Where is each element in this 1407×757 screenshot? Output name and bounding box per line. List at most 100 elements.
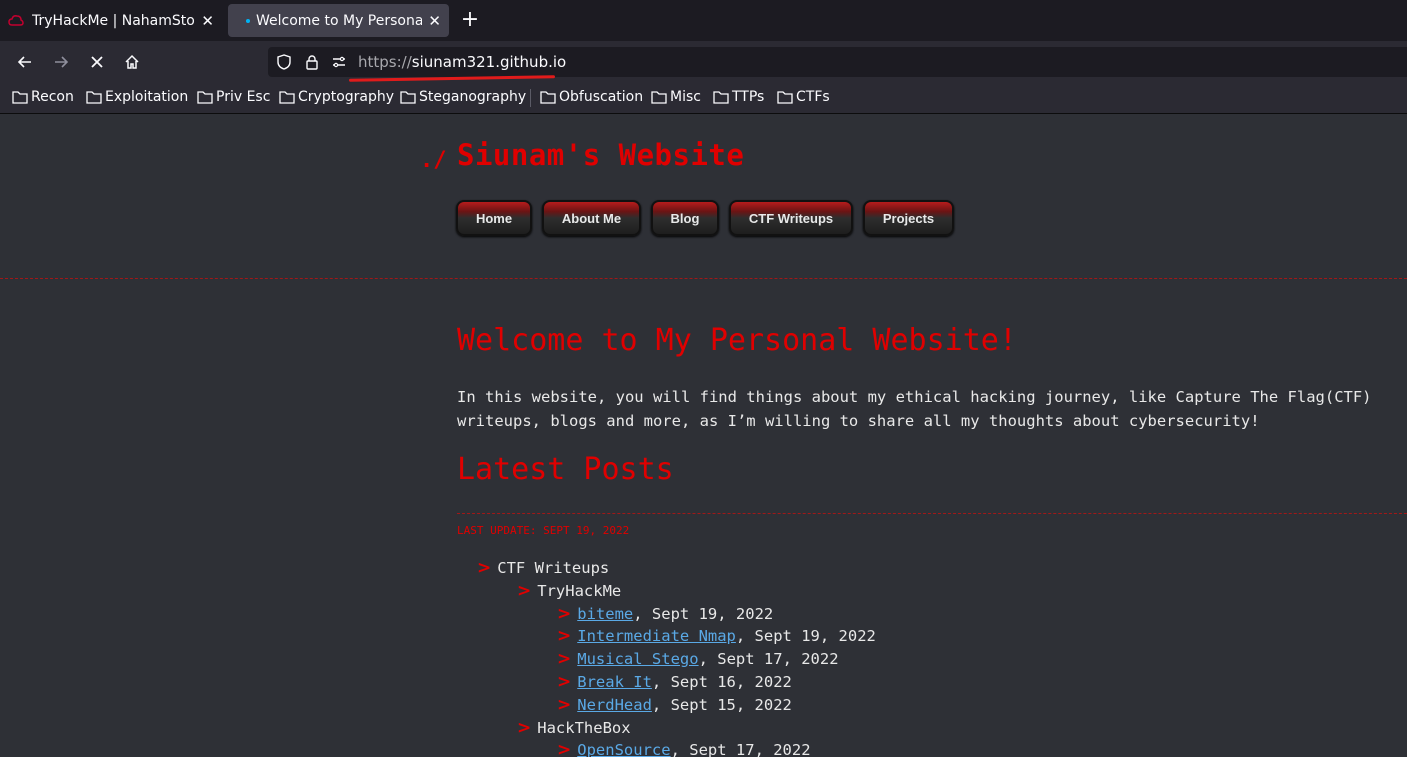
menu-about-button[interactable]: About Me <box>542 200 641 236</box>
list-item-hackthebox: > HackTheBox <box>517 718 631 738</box>
nav-toolbar: https://siunam321.github.io <box>0 41 1407 83</box>
folder-icon <box>279 91 295 104</box>
bookmark-folder-ctfs[interactable]: CTFs <box>777 89 830 105</box>
url-bar[interactable]: https://siunam321.github.io <box>268 47 1407 82</box>
post-link-biteme[interactable]: biteme <box>577 605 633 623</box>
folder-icon <box>197 91 213 104</box>
folder-icon <box>777 91 793 104</box>
bookmark-label: Misc <box>670 89 701 105</box>
tab-title: Welcome to My Personal <box>256 12 423 29</box>
arrow-bullet-icon: > <box>557 672 572 692</box>
folder-icon <box>400 91 416 104</box>
section-divider <box>457 513 1407 514</box>
tab-strip: TryHackMe | NahamStore ✕ Welcome to My P… <box>0 0 1407 41</box>
bookmark-folder-exploitation[interactable]: Exploitation <box>86 89 188 105</box>
list-item: > biteme, Sept 19, 2022 <box>557 604 773 624</box>
post-date: , Sept 19, 2022 <box>633 605 774 623</box>
tab-welcome[interactable]: Welcome to My Personal ✕ <box>228 4 449 37</box>
permissions-icon <box>333 56 345 68</box>
bookmark-label: Priv Esc <box>216 89 271 105</box>
post-link-opensource[interactable]: OpenSource <box>577 741 670 757</box>
tryhackme-favicon-icon <box>8 14 24 26</box>
arrow-bullet-icon: > <box>557 626 572 646</box>
section-label: CTF Writeups <box>497 559 610 577</box>
back-arrow-icon <box>17 56 31 68</box>
intro-line-2: writeups, blogs and more, as I’m willing… <box>457 412 1260 430</box>
arrow-bullet-icon: > <box>557 649 572 669</box>
last-update-label: LAST UPDATE: SEPT 19, 2022 <box>457 524 630 537</box>
home-button[interactable] <box>118 49 146 75</box>
post-date: , Sept 17, 2022 <box>698 650 839 668</box>
list-item-ctf-writeups: > CTF Writeups <box>477 558 609 578</box>
forward-button[interactable] <box>47 49 75 75</box>
list-item: > Intermediate Nmap, Sept 19, 2022 <box>557 626 876 646</box>
new-tab-button[interactable]: + <box>458 9 482 33</box>
tab-tryhackme[interactable]: TryHackMe | NahamStore ✕ <box>0 0 222 41</box>
home-icon <box>125 54 139 69</box>
menu-ctf-writeups-button[interactable]: CTF Writeups <box>729 200 853 236</box>
list-item: > Musical Stego, Sept 17, 2022 <box>557 649 839 669</box>
red-annotation-underline <box>348 75 556 82</box>
bookmark-folder-steganography[interactable]: Steganography <box>400 89 526 105</box>
bookmarks-toolbar: Recon Exploitation Priv Esc Cryptography… <box>0 83 1407 114</box>
arrow-bullet-icon: > <box>517 581 532 601</box>
list-item: > Break It, Sept 16, 2022 <box>557 672 792 692</box>
folder-icon <box>86 91 102 104</box>
bookmark-folder-priv-esc[interactable]: Priv Esc <box>197 89 270 105</box>
section-label: HackTheBox <box>537 719 631 737</box>
bookmark-label: Cryptography <box>298 89 395 105</box>
bookmark-folder-ttps[interactable]: TTPs <box>713 89 764 105</box>
bookmark-folder-obfuscation[interactable]: Obfuscation <box>540 89 643 105</box>
list-item: > OpenSource, Sept 17, 2022 <box>557 740 811 757</box>
list-item: > NerdHead, Sept 15, 2022 <box>557 695 792 715</box>
post-link-nerdhead[interactable]: NerdHead <box>577 696 652 714</box>
latest-posts-heading: Latest Posts <box>457 452 674 487</box>
arrow-bullet-icon: > <box>557 740 572 757</box>
loading-dot-icon <box>246 18 250 23</box>
bookmark-label: Steganography <box>419 89 527 105</box>
folder-icon <box>540 91 556 104</box>
arrow-bullet-icon: > <box>477 558 492 578</box>
arrow-bullet-icon: > <box>557 695 572 715</box>
bookmark-label: CTFs <box>796 89 830 105</box>
post-link-musical-stego[interactable]: Musical Stego <box>577 650 698 668</box>
folder-icon <box>12 91 28 104</box>
post-date: , Sept 17, 2022 <box>670 741 811 757</box>
back-button[interactable] <box>11 49 39 75</box>
welcome-heading: Welcome to My Personal Website! <box>457 323 1017 358</box>
bookmark-folder-cryptography[interactable]: Cryptography <box>279 89 394 105</box>
close-tab-icon[interactable]: ✕ <box>201 12 214 30</box>
list-item-tryhackme: > TryHackMe <box>517 581 621 601</box>
intro-line-1: In this website, you will find things ab… <box>457 388 1372 406</box>
menu-blog-button[interactable]: Blog <box>651 200 719 236</box>
stop-x-icon <box>91 56 103 68</box>
stop-button[interactable] <box>83 49 111 75</box>
site-prefix: ./ <box>420 148 447 173</box>
post-date: , Sept 15, 2022 <box>651 696 792 714</box>
bookmark-label: TTPs <box>732 89 765 105</box>
arrow-bullet-icon: > <box>557 604 572 624</box>
post-link-intermediate-nmap[interactable]: Intermediate Nmap <box>577 627 736 645</box>
url-host: siunam321.github.io <box>411 53 567 71</box>
tab-title: TryHackMe | NahamStore <box>32 12 196 29</box>
bookmark-separator <box>530 89 531 107</box>
bookmark-label: Obfuscation <box>559 89 644 105</box>
section-label: TryHackMe <box>537 582 622 600</box>
menu-home-button[interactable]: Home <box>456 200 532 236</box>
bookmark-folder-recon[interactable]: Recon <box>12 89 74 105</box>
folder-icon <box>651 91 667 104</box>
page-content: ./ Siunam's Website Home About Me Blog C… <box>0 114 1407 757</box>
site-title[interactable]: Siunam's Website <box>457 138 744 172</box>
post-date: , Sept 16, 2022 <box>651 673 792 691</box>
menu-projects-button[interactable]: Projects <box>863 200 954 236</box>
close-tab-icon[interactable]: ✕ <box>428 12 441 30</box>
post-date: , Sept 19, 2022 <box>735 627 876 645</box>
header-divider <box>0 278 1407 279</box>
bookmark-label: Exploitation <box>105 89 189 105</box>
post-link-break-it[interactable]: Break It <box>577 673 652 691</box>
lock-icon <box>306 55 318 70</box>
bookmark-folder-misc[interactable]: Misc <box>651 89 701 105</box>
url-text[interactable]: https://siunam321.github.io <box>358 53 566 71</box>
folder-icon <box>713 91 729 104</box>
shield-icon <box>277 54 291 70</box>
